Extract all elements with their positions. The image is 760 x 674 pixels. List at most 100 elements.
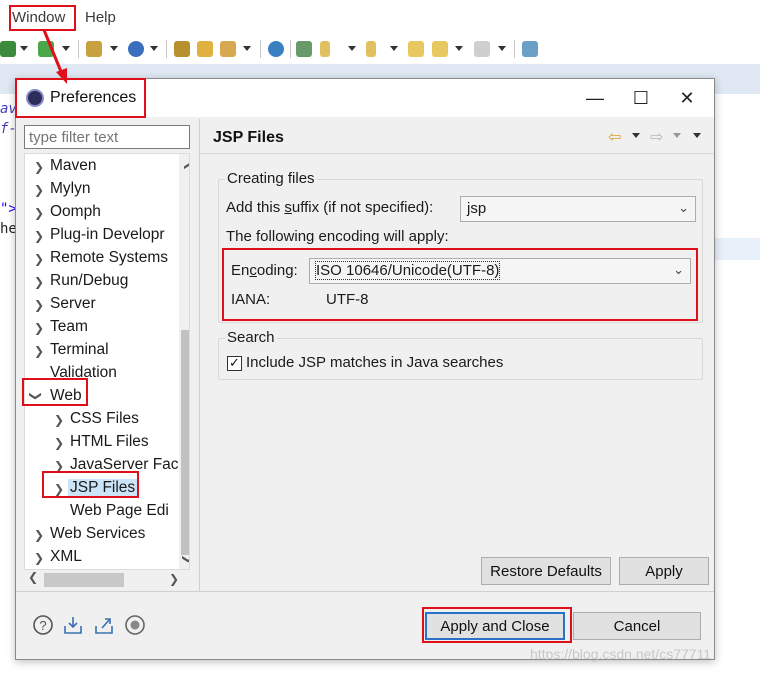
chevron-down-icon[interactable] bbox=[390, 46, 398, 51]
view-menu-icon[interactable] bbox=[693, 133, 701, 138]
chevron-right-icon[interactable]: ❯ bbox=[54, 413, 64, 427]
chevron-right-icon[interactable]: ❯ bbox=[34, 275, 44, 289]
title-separator bbox=[200, 153, 714, 154]
tree-item-run-debug[interactable]: Run/Debug bbox=[50, 272, 128, 290]
annotation-jsp-files bbox=[42, 471, 139, 498]
scroll-up-icon[interactable]: ❯ bbox=[182, 161, 189, 171]
help-icon[interactable]: ? bbox=[32, 614, 54, 636]
chevron-down-icon[interactable]: ⌄ bbox=[678, 200, 689, 216]
back-icon[interactable] bbox=[432, 41, 448, 57]
chevron-down-icon[interactable] bbox=[110, 46, 118, 51]
watermark: https://blog.csdn.net/cs77711 bbox=[530, 646, 712, 662]
globe-icon[interactable] bbox=[268, 41, 284, 57]
tree-item-server[interactable]: Server bbox=[50, 295, 96, 313]
chevron-right-icon[interactable]: ❯ bbox=[34, 344, 44, 358]
restore-defaults-button[interactable]: Restore Defaults bbox=[481, 557, 611, 585]
chevron-down-icon[interactable] bbox=[498, 46, 506, 51]
toolbar-separator bbox=[78, 40, 79, 58]
annotation-encoding bbox=[222, 248, 698, 321]
tree-item-terminal[interactable]: Terminal bbox=[50, 341, 109, 359]
chevron-right-icon[interactable]: ❯ bbox=[34, 252, 44, 266]
preferences-tree: ❯ Maven ❯ Mylyn ❯ Oomph ❯ Plug-in Develo… bbox=[24, 153, 190, 589]
chevron-down-icon[interactable] bbox=[673, 133, 681, 138]
new-wizard-icon[interactable] bbox=[86, 41, 102, 57]
debug-icon[interactable] bbox=[0, 41, 16, 57]
vertical-scroll-thumb[interactable] bbox=[181, 330, 189, 555]
back-icon[interactable]: ⇦ bbox=[608, 127, 621, 147]
chevron-right-icon[interactable]: ❯ bbox=[34, 206, 44, 220]
apply-button[interactable]: Apply bbox=[619, 557, 709, 585]
chevron-right-icon[interactable]: ❯ bbox=[34, 551, 44, 565]
chevron-right-icon[interactable]: ❯ bbox=[34, 183, 44, 197]
new-class-icon[interactable] bbox=[128, 41, 144, 57]
tree-item-team[interactable]: Team bbox=[50, 318, 88, 336]
annotation-web bbox=[22, 378, 88, 406]
chevron-down-icon[interactable] bbox=[150, 46, 158, 51]
cancel-button[interactable]: Cancel bbox=[573, 612, 701, 640]
tree-item-mylyn[interactable]: Mylyn bbox=[50, 180, 90, 198]
toolbar-separator bbox=[514, 40, 515, 58]
open-folder-icon[interactable] bbox=[197, 41, 213, 57]
next-annotation-icon[interactable] bbox=[320, 41, 330, 57]
minimize-button[interactable]: — bbox=[572, 79, 618, 117]
tree-item-oomph[interactable]: Oomph bbox=[50, 203, 101, 221]
footer-separator bbox=[16, 591, 714, 592]
open-perspective-icon[interactable] bbox=[522, 41, 538, 57]
annotation-apply-and-close bbox=[422, 607, 572, 643]
scroll-left-icon[interactable]: ❯ bbox=[28, 572, 38, 586]
tree-item-xml[interactable]: XML bbox=[50, 548, 82, 566]
chevron-right-icon[interactable]: ❯ bbox=[54, 436, 64, 450]
tree-item-web-page-editor[interactable]: Web Page Edi bbox=[70, 502, 169, 520]
import-icon[interactable] bbox=[62, 614, 84, 636]
group-label-creating-files: Creating files bbox=[225, 170, 317, 187]
open-type-icon[interactable] bbox=[174, 41, 190, 57]
last-edit-icon[interactable] bbox=[408, 41, 424, 57]
forward-icon[interactable] bbox=[474, 41, 490, 57]
filter-input[interactable] bbox=[24, 125, 190, 149]
chevron-right-icon[interactable]: ❯ bbox=[34, 160, 44, 174]
chevron-down-icon[interactable] bbox=[632, 133, 640, 138]
tree-item-css-files[interactable]: CSS Files bbox=[70, 410, 139, 428]
include-jsp-checkbox[interactable]: ✓ bbox=[227, 356, 242, 371]
horizontal-scroll-thumb[interactable] bbox=[44, 573, 124, 587]
suffix-label: Add this suffix (if not specified): bbox=[226, 199, 434, 216]
editor-current-line bbox=[714, 238, 760, 260]
preference-page: JSP Files ⇦ ⇨ Creating files Add this su… bbox=[200, 119, 714, 591]
include-jsp-label: Include JSP matches in Java searches bbox=[246, 354, 504, 371]
maximize-button[interactable]: ☐ bbox=[618, 79, 664, 117]
pin-icon[interactable] bbox=[296, 41, 312, 57]
toolbar-separator bbox=[260, 40, 261, 58]
chevron-right-icon[interactable]: ❯ bbox=[34, 229, 44, 243]
chevron-down-icon[interactable] bbox=[348, 46, 356, 51]
tree-item-maven[interactable]: Maven bbox=[50, 157, 97, 175]
tree-item-web-services[interactable]: Web Services bbox=[50, 525, 145, 543]
chevron-down-icon[interactable] bbox=[243, 46, 251, 51]
tool-icon[interactable] bbox=[220, 41, 236, 57]
annotation-preferences-title bbox=[15, 78, 146, 118]
export-icon[interactable] bbox=[93, 614, 115, 636]
scroll-right-icon[interactable]: ❯ bbox=[169, 572, 179, 586]
chevron-down-icon[interactable] bbox=[455, 46, 463, 51]
preferences-dialog: Preferences — ☐ ✕ ❯ Maven ❯ Mylyn ❯ Oomp… bbox=[15, 78, 715, 660]
previous-annotation-icon[interactable] bbox=[366, 41, 376, 57]
tree-item-html-files[interactable]: HTML Files bbox=[70, 433, 149, 451]
encoding-note: The following encoding will apply: bbox=[226, 228, 449, 245]
close-button[interactable]: ✕ bbox=[664, 79, 710, 117]
menu-bar: Window Help bbox=[0, 0, 760, 34]
chevron-right-icon[interactable]: ❯ bbox=[34, 528, 44, 542]
scroll-down-icon[interactable]: ❯ bbox=[182, 554, 189, 564]
chevron-right-icon[interactable]: ❯ bbox=[34, 321, 44, 335]
record-icon[interactable] bbox=[124, 614, 146, 636]
page-title: JSP Files bbox=[213, 129, 284, 146]
toolbar-separator bbox=[290, 40, 291, 58]
chevron-right-icon[interactable]: ❯ bbox=[34, 298, 44, 312]
forward-icon[interactable]: ⇨ bbox=[650, 127, 663, 147]
tree-item-remote-systems[interactable]: Remote Systems bbox=[50, 249, 168, 267]
horizontal-scrollbar[interactable]: ❯ ❯ bbox=[24, 569, 190, 589]
suffix-value: jsp bbox=[467, 200, 487, 217]
tree-item-plugin-development[interactable]: Plug-in Developr bbox=[50, 226, 165, 244]
menu-help[interactable]: Help bbox=[85, 9, 116, 26]
suffix-combo[interactable]: jsp ⌄ bbox=[460, 196, 696, 222]
chevron-down-icon[interactable] bbox=[20, 46, 28, 51]
toolbar-separator bbox=[166, 40, 167, 58]
